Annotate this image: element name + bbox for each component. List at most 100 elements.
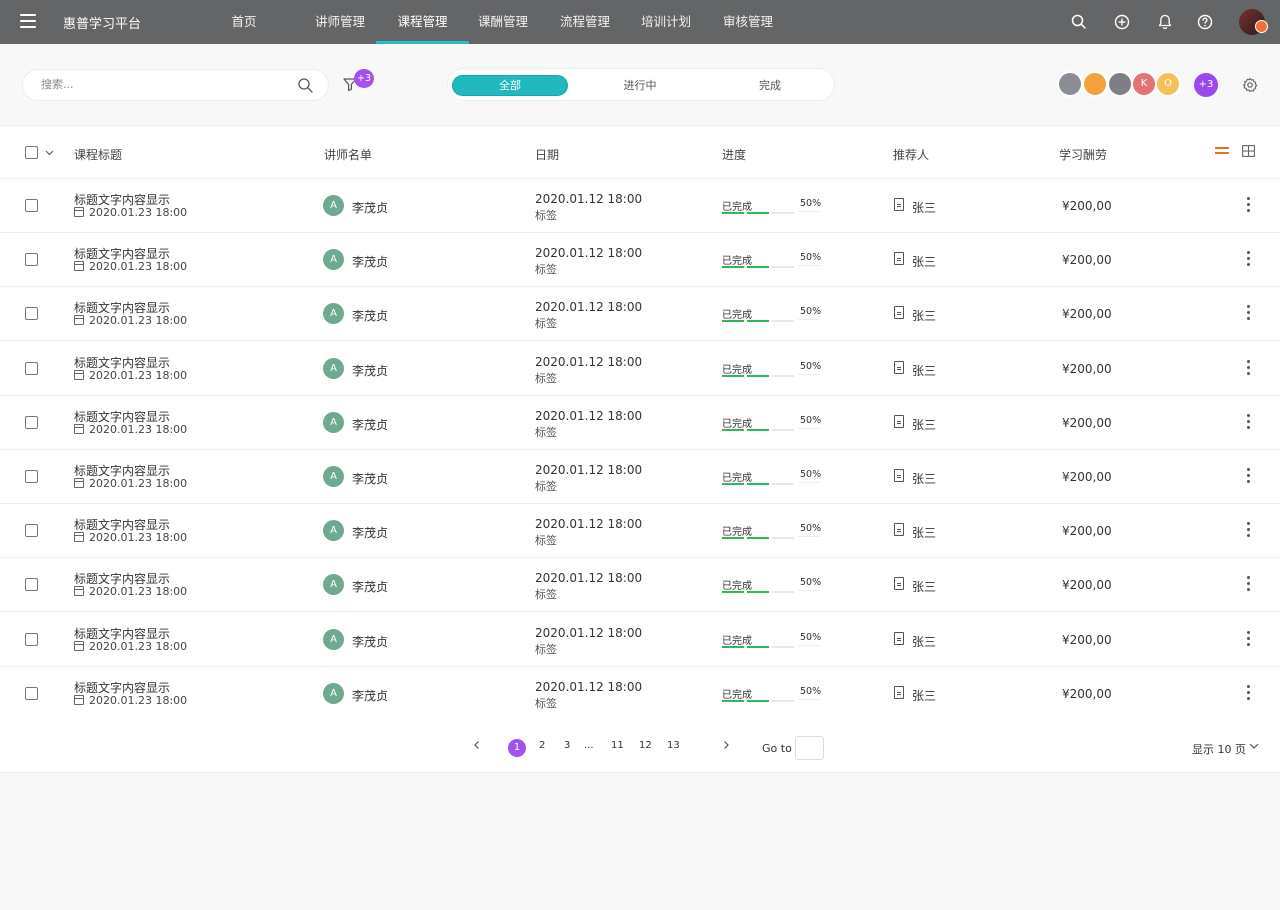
page-size-select[interactable]: 显示 10 页 xyxy=(1192,741,1246,757)
page-button-1[interactable]: 1 xyxy=(508,739,526,757)
progress-track xyxy=(798,265,820,267)
member-avatar[interactable] xyxy=(1107,71,1133,97)
more-options-icon[interactable] xyxy=(1245,251,1251,267)
calendar-icon xyxy=(74,478,84,488)
grid-view-icon[interactable] xyxy=(1242,145,1255,157)
progress-segment xyxy=(747,320,769,323)
search-icon[interactable] xyxy=(1070,13,1088,31)
course-created-date: 2020.01.23 18:00 xyxy=(74,206,187,219)
table-row[interactable]: 标题文字内容显示 2020.01.23 18:00 A 李茂贞 2020.01.12 1… xyxy=(0,233,1280,288)
column-header-teacher[interactable]: 讲师名单 xyxy=(324,146,372,163)
segment-all[interactable]: 全部 xyxy=(452,75,568,96)
progress-segment xyxy=(747,266,769,269)
row-checkbox[interactable] xyxy=(25,307,38,321)
nav-item-review[interactable]: 审核管理 xyxy=(716,0,780,44)
nav-item-teachers[interactable]: 讲师管理 xyxy=(308,0,372,44)
nav-item-home[interactable]: 首页 xyxy=(222,0,266,44)
avatar-status-badge xyxy=(1255,20,1268,33)
more-options-icon[interactable] xyxy=(1245,468,1251,484)
row-checkbox[interactable] xyxy=(25,578,38,592)
more-members-badge[interactable]: +3 xyxy=(1194,73,1218,97)
course-tag: 标签 xyxy=(535,425,557,439)
chevron-right-icon[interactable] xyxy=(722,741,730,749)
column-header-title[interactable]: 课程标题 xyxy=(74,146,122,163)
table-row[interactable]: 标题文字内容显示 2020.01.23 18:00 A 李茂贞 2020.01.12 1… xyxy=(0,667,1280,721)
chevron-down-icon[interactable] xyxy=(45,148,54,157)
more-options-icon[interactable] xyxy=(1245,684,1251,701)
search-icon[interactable] xyxy=(297,77,314,94)
row-checkbox[interactable] xyxy=(25,253,38,267)
progress-segment xyxy=(722,212,744,214)
table-row[interactable]: 标题文字内容显示 2020.01.23 18:00 A 李茂贞 2020.01.12 1… xyxy=(0,396,1280,450)
member-avatar[interactable]: O xyxy=(1155,71,1181,97)
help-icon[interactable] xyxy=(1196,13,1214,31)
table-row[interactable]: 标题文字内容显示 2020.01.23 18:00 A 李茂贞 2020.01.12 1… xyxy=(0,613,1280,667)
row-checkbox[interactable] xyxy=(25,415,38,429)
table-row[interactable]: 标题文字内容显示 2020.01.23 18:00 A 李茂贞 2020.01.12 1… xyxy=(0,287,1280,342)
more-options-icon[interactable] xyxy=(1245,413,1251,430)
nav-item-process[interactable]: 流程管理 xyxy=(553,0,617,44)
progress-segment xyxy=(772,483,794,485)
user-avatar[interactable] xyxy=(1239,9,1268,35)
more-options-icon[interactable] xyxy=(1245,197,1251,213)
page-button-13[interactable]: 13 xyxy=(667,740,680,751)
chevron-down-icon[interactable] xyxy=(1249,742,1259,750)
progress-percent: 50% xyxy=(800,252,822,264)
nav-item-pay[interactable]: 课酬管理 xyxy=(471,0,535,44)
row-checkbox[interactable] xyxy=(25,686,38,700)
course-date: 2020.01.12 18:00 xyxy=(535,571,643,586)
gear-icon[interactable] xyxy=(1242,77,1258,93)
table-row[interactable]: 标题文字内容显示 2020.01.23 18:00 A 李茂贞 2020.01.12 1… xyxy=(0,450,1280,504)
search-input[interactable] xyxy=(41,78,281,91)
teacher-avatar: A xyxy=(323,411,344,433)
column-header-referrer[interactable]: 推荐人 xyxy=(893,146,929,163)
row-checkbox[interactable] xyxy=(25,632,38,646)
more-options-icon[interactable] xyxy=(1245,576,1251,592)
page-button-11[interactable]: 11 xyxy=(611,740,624,751)
created-date-text: 2020.01.23 18:00 xyxy=(89,206,188,219)
bell-icon[interactable] xyxy=(1156,13,1174,31)
table-row[interactable]: 标题文字内容显示 2020.01.23 18:00 A 李茂贞 2020.01.12 1… xyxy=(0,558,1280,613)
course-tag: 标签 xyxy=(535,480,557,493)
member-avatar[interactable] xyxy=(1082,71,1108,97)
course-table: 课程标题 讲师名单 日期 进度 推荐人 学习酬劳 标题文字内容显示 2020.01… xyxy=(0,125,1280,773)
progress-status: 已完成 xyxy=(722,418,752,430)
nav-item-training-plan[interactable]: 培训计划 xyxy=(634,0,698,44)
course-date: 2020.01.12 18:00 xyxy=(535,463,643,477)
column-header-pay[interactable]: 学习酬劳 xyxy=(1059,146,1107,163)
member-avatar[interactable]: K xyxy=(1131,71,1157,97)
table-row[interactable]: 标题文字内容显示 2020.01.23 18:00 A 李茂贞 2020.01.12 1… xyxy=(0,504,1280,559)
goto-page-input[interactable] xyxy=(795,736,824,760)
column-header-date[interactable]: 日期 xyxy=(535,146,559,163)
page-button-2[interactable]: 2 xyxy=(539,740,545,751)
table-row[interactable]: 标题文字内容显示 2020.01.23 18:00 A 李茂贞 2020.01.12 1… xyxy=(0,179,1280,233)
segment-in-progress[interactable]: 进行中 xyxy=(582,75,698,96)
course-created-date: 2020.01.23 18:00 xyxy=(74,585,187,598)
chevron-left-icon[interactable] xyxy=(473,741,481,749)
teacher-name: 李茂贞 xyxy=(352,363,389,378)
page-button-3[interactable]: 3 xyxy=(564,740,570,751)
row-checkbox[interactable] xyxy=(25,524,38,538)
select-all-checkbox[interactable] xyxy=(25,146,38,159)
row-checkbox[interactable] xyxy=(25,199,38,212)
status-segmented-control: 全部 进行中 完成 xyxy=(447,68,835,101)
add-circle-icon[interactable] xyxy=(1113,13,1131,31)
nav-item-courses[interactable]: 课程管理 xyxy=(376,0,469,44)
list-view-icon[interactable] xyxy=(1215,147,1229,157)
row-checkbox[interactable] xyxy=(25,470,38,483)
progress-segment xyxy=(772,212,794,214)
member-avatar[interactable] xyxy=(1057,71,1083,97)
page-button-12[interactable]: 12 xyxy=(639,740,652,751)
column-header-progress[interactable]: 进度 xyxy=(722,146,746,163)
teacher-name: 李茂贞 xyxy=(352,255,389,270)
row-checkbox[interactable] xyxy=(25,361,38,375)
segment-completed[interactable]: 完成 xyxy=(712,75,828,96)
created-date-text: 2020.01.23 18:00 xyxy=(89,693,188,707)
more-options-icon[interactable] xyxy=(1245,522,1251,538)
hamburger-menu-icon[interactable] xyxy=(20,14,36,28)
progress-track xyxy=(798,211,820,212)
table-row[interactable]: 标题文字内容显示 2020.01.23 18:00 A 李茂贞 2020.01.12 1… xyxy=(0,342,1280,396)
more-options-icon[interactable] xyxy=(1245,359,1251,376)
more-options-icon[interactable] xyxy=(1245,305,1251,321)
more-options-icon[interactable] xyxy=(1245,630,1251,647)
